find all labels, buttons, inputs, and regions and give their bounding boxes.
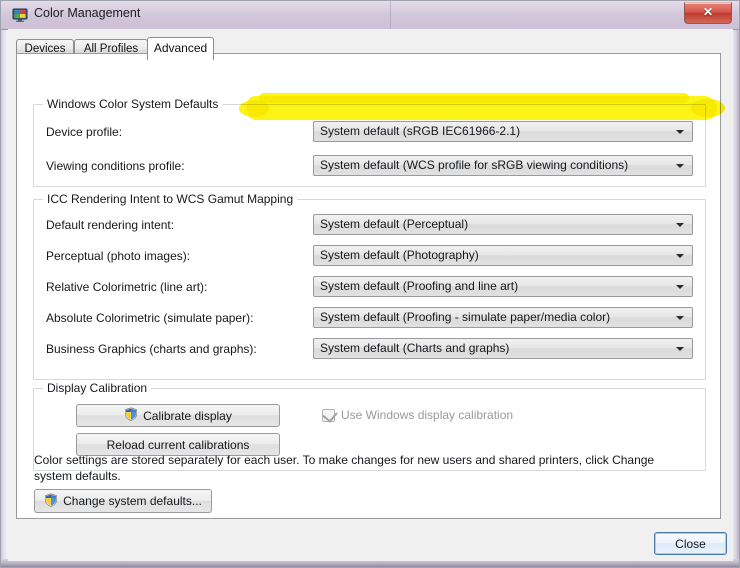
- chevron-down-icon: [676, 347, 684, 351]
- label-business-graphics: Business Graphics (charts and graphs):: [46, 342, 257, 356]
- viewing-conditions-profile-combobox[interactable]: System default (WCS profile for sRGB vie…: [313, 155, 693, 176]
- title-bar-seam: [390, 1, 391, 29]
- chevron-down-icon: [676, 254, 684, 258]
- window-left-border: [1, 1, 8, 567]
- device-profile-value: System default (sRGB IEC61966-2.1): [320, 124, 521, 138]
- group-title-display-calibration: Display Calibration: [43, 381, 152, 395]
- chevron-down-icon: [676, 130, 684, 134]
- reload-current-calibrations-label: Reload current calibrations: [106, 437, 250, 452]
- use-windows-display-calibration-label: Use Windows display calibration: [341, 408, 514, 422]
- label-absolute-colorimetric: Absolute Colorimetric (simulate paper):: [46, 311, 254, 325]
- calibrate-display-label: Calibrate display: [143, 408, 232, 423]
- default-rendering-intent-combobox[interactable]: System default (Perceptual): [313, 214, 693, 235]
- calibrate-display-button[interactable]: Calibrate display: [76, 404, 280, 427]
- change-system-defaults-button[interactable]: Change system defaults...: [34, 489, 212, 513]
- tab-advanced[interactable]: Advanced: [147, 37, 214, 60]
- close-icon: ✕: [702, 5, 714, 19]
- perceptual-combobox[interactable]: System default (Photography): [313, 245, 693, 266]
- chevron-down-icon: [676, 316, 684, 320]
- default-rendering-intent-value: System default (Perceptual): [320, 217, 469, 231]
- chevron-down-icon: [676, 223, 684, 227]
- absolute-colorimetric-value: System default (Proofing - simulate pape…: [320, 310, 611, 324]
- icc-rendering-intent-group: ICC Rendering Intent to WCS Gamut Mappin…: [33, 192, 706, 380]
- absolute-colorimetric-combobox[interactable]: System default (Proofing - simulate pape…: [313, 307, 693, 328]
- group-title-icc-rendering: ICC Rendering Intent to WCS Gamut Mappin…: [43, 192, 298, 206]
- close-button-label: Close: [675, 536, 706, 551]
- uac-shield-icon: [44, 492, 58, 510]
- relative-colorimetric-combobox[interactable]: System default (Proofing and line art): [313, 276, 693, 297]
- checkmark-icon: [322, 406, 338, 423]
- device-profile-combobox[interactable]: System default (sRGB IEC61966-2.1): [313, 121, 693, 142]
- close-button[interactable]: Close: [654, 532, 727, 555]
- color-management-monitor-icon: [12, 7, 28, 23]
- relative-colorimetric-value: System default (Proofing and line art): [320, 279, 519, 293]
- title-bar[interactable]: Color Management ✕: [1, 1, 739, 30]
- business-graphics-combobox[interactable]: System default (Charts and graphs): [313, 338, 693, 359]
- label-perceptual: Perceptual (photo images):: [46, 249, 191, 263]
- window-title: Color Management: [34, 6, 141, 20]
- perceptual-value: System default (Photography): [320, 248, 479, 262]
- color-management-window: Color Management ✕ Devices All Profiles …: [0, 0, 740, 568]
- label-relative-colorimetric: Relative Colorimetric (line art):: [46, 280, 208, 294]
- use-windows-display-calibration-checkbox[interactable]: [322, 406, 338, 423]
- dialog-client-area: Devices All Profiles Advanced Windows Co…: [8, 29, 733, 561]
- label-viewing-conditions-profile: Viewing conditions profile:: [46, 159, 185, 173]
- change-system-defaults-label: Change system defaults...: [63, 494, 202, 508]
- uac-shield-icon: [124, 407, 138, 424]
- use-windows-display-calibration-checkbox-row[interactable]: Use Windows display calibration: [322, 406, 514, 423]
- group-title-wcs-defaults: Windows Color System Defaults: [43, 97, 223, 111]
- chevron-down-icon: [676, 164, 684, 168]
- label-device-profile: Device profile:: [46, 125, 123, 139]
- viewing-conditions-profile-value: System default (WCS profile for sRGB vie…: [320, 158, 629, 172]
- footer-description: Color settings are stored separately for…: [34, 453, 655, 483]
- business-graphics-value: System default (Charts and graphs): [320, 341, 510, 355]
- close-window-button[interactable]: ✕: [684, 2, 732, 24]
- chevron-down-icon: [676, 285, 684, 289]
- windows-color-system-defaults-group: Windows Color System Defaults Device pro…: [33, 97, 706, 187]
- advanced-tab-panel: Windows Color System Defaults Device pro…: [16, 53, 721, 519]
- label-default-rendering-intent: Default rendering intent:: [46, 218, 175, 232]
